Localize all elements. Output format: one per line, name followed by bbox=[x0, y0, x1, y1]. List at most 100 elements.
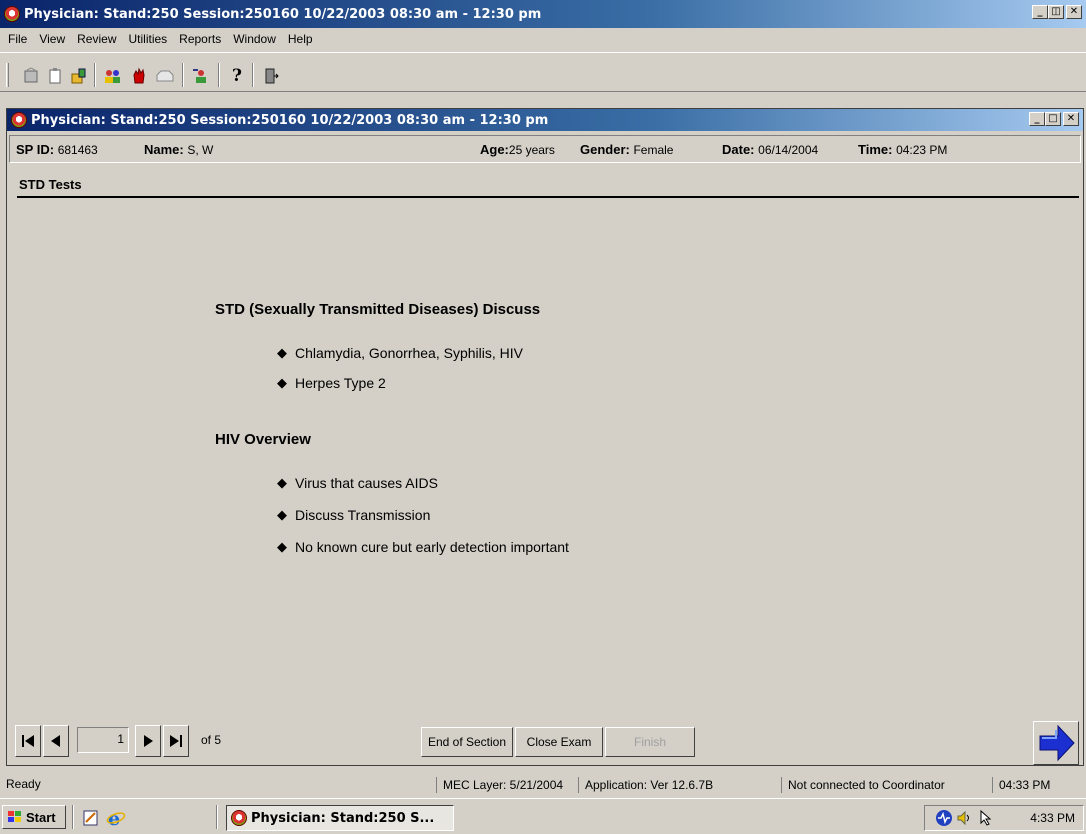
close-exam-button[interactable]: Close Exam bbox=[515, 727, 603, 757]
inner-window-title: Physician: Stand:250 Session:250160 10/2… bbox=[31, 112, 549, 128]
sp-id-value: 681463 bbox=[57, 143, 98, 157]
minimize-button[interactable]: _ bbox=[1032, 5, 1048, 19]
time-value: 04:23 PM bbox=[896, 143, 948, 157]
new-icon[interactable] bbox=[20, 65, 42, 87]
menu-window[interactable]: Window bbox=[227, 32, 282, 46]
sp-id-field: SP ID: 681463 bbox=[16, 142, 98, 157]
list-item-text: Chlamydia, Gonorrhea, Syphilis, HIV bbox=[295, 345, 523, 361]
physician-app-icon bbox=[4, 6, 20, 22]
navigation-bar: 1 of 5 End of Section Close Exam Finish bbox=[7, 721, 1083, 765]
previous-page-button[interactable] bbox=[43, 725, 69, 757]
clipboard-icon[interactable] bbox=[44, 65, 66, 87]
toolbar-grip[interactable] bbox=[6, 63, 9, 87]
list-item-text: Herpes Type 2 bbox=[295, 375, 386, 391]
internet-explorer-icon[interactable]: e bbox=[106, 808, 126, 830]
pointer-icon[interactable] bbox=[977, 809, 995, 827]
date-label: Date: bbox=[722, 142, 755, 157]
first-page-button[interactable] bbox=[15, 725, 41, 757]
status-bar: Ready MEC Layer: 5/21/2004 Application: … bbox=[0, 774, 1086, 796]
notepad-quicklaunch-icon[interactable] bbox=[82, 809, 100, 827]
inner-window-controls: _ □ ✕ bbox=[1029, 112, 1079, 126]
menu-view[interactable]: View bbox=[33, 32, 71, 46]
taskbar-separator bbox=[72, 805, 74, 829]
date-field: Date: 06/14/2004 bbox=[722, 142, 818, 157]
time-field: Time: 04:23 PM bbox=[858, 142, 947, 157]
next-arrow-button[interactable] bbox=[1033, 721, 1079, 765]
list-item: ◆ Herpes Type 2 bbox=[277, 375, 386, 391]
inner-close-button[interactable]: ✕ bbox=[1063, 112, 1079, 126]
list-item: ◆ Chlamydia, Gonorrhea, Syphilis, HIV bbox=[277, 345, 523, 361]
blue-arrow-icon bbox=[1039, 724, 1075, 762]
toolbar-separator bbox=[94, 63, 96, 87]
toolbar-separator bbox=[218, 63, 220, 87]
end-of-section-button[interactable]: End of Section bbox=[421, 727, 513, 757]
inner-minimize-button[interactable]: _ bbox=[1029, 112, 1045, 126]
close-button[interactable]: ✕ bbox=[1066, 5, 1082, 19]
window-controls: _ ◫ ✕ bbox=[1032, 5, 1082, 19]
main-title-bar[interactable]: Physician: Stand:250 Session:250160 10/2… bbox=[0, 0, 1086, 28]
name-field: Name: S, W bbox=[144, 142, 213, 157]
inner-maximize-button[interactable]: □ bbox=[1045, 112, 1061, 126]
std-heading: STD (Sexually Transmitted Diseases) Disc… bbox=[215, 301, 541, 318]
diamond-bullet-icon: ◆ bbox=[277, 475, 287, 490]
gender-value: Female bbox=[633, 143, 674, 157]
taskbar: Start e Physician: Stand:250 S... 4:33 P… bbox=[0, 798, 1086, 834]
name-label: Name: bbox=[144, 142, 184, 157]
help-icon[interactable]: ? bbox=[226, 65, 248, 87]
taskbar-separator bbox=[216, 805, 218, 829]
network-icon[interactable] bbox=[935, 809, 953, 827]
system-tray: 4:33 PM bbox=[924, 805, 1084, 831]
inner-title-bar[interactable]: Physician: Stand:250 Session:250160 10/2… bbox=[7, 109, 1083, 131]
age-label: Age: bbox=[480, 142, 509, 157]
menu-utilities[interactable]: Utilities bbox=[123, 32, 174, 46]
toolbar: ? bbox=[0, 52, 1086, 92]
window-title: Physician: Stand:250 Session:250160 10/2… bbox=[24, 6, 542, 22]
hiv-heading: HIV Overview bbox=[215, 431, 311, 448]
status-application: Application: Ver 12.6.7B bbox=[578, 777, 713, 793]
start-button[interactable]: Start bbox=[2, 805, 66, 829]
list-item-text: Virus that causes AIDS bbox=[295, 475, 438, 491]
volume-icon[interactable] bbox=[955, 809, 973, 827]
section-divider bbox=[17, 196, 1079, 198]
toolbar-separator bbox=[252, 63, 254, 87]
list-item: ◆ No known cure but early detection impo… bbox=[277, 539, 569, 555]
page-number-input[interactable]: 1 bbox=[77, 727, 129, 753]
name-value: S, W bbox=[187, 143, 214, 157]
gender-label: Gender: bbox=[580, 142, 630, 157]
status-coordinator: Not connected to Coordinator bbox=[781, 777, 945, 793]
svg-text:e: e bbox=[108, 808, 120, 828]
age-value: 25 years bbox=[508, 143, 555, 157]
user-icon[interactable] bbox=[190, 65, 212, 87]
diamond-bullet-icon: ◆ bbox=[277, 539, 287, 554]
menu-help[interactable]: Help bbox=[282, 32, 319, 46]
gender-field: Gender: Female bbox=[580, 142, 673, 157]
menu-bar: File View Review Utilities Reports Windo… bbox=[0, 28, 1086, 49]
diamond-bullet-icon: ◆ bbox=[277, 345, 287, 360]
last-page-button[interactable] bbox=[163, 725, 189, 757]
finish-button[interactable]: Finish bbox=[605, 727, 695, 757]
windows-logo-icon bbox=[8, 811, 21, 822]
status-ready: Ready bbox=[6, 777, 41, 791]
sp-id-label: SP ID: bbox=[16, 142, 55, 157]
section-title: STD Tests bbox=[19, 177, 82, 192]
page-count: of 5 bbox=[201, 733, 222, 747]
open-icon[interactable] bbox=[68, 65, 90, 87]
menu-reports[interactable]: Reports bbox=[173, 32, 227, 46]
menu-file[interactable]: File bbox=[2, 32, 33, 46]
people-icon[interactable] bbox=[102, 65, 124, 87]
age-field: Age:25 years bbox=[480, 142, 555, 157]
menu-review[interactable]: Review bbox=[71, 32, 122, 46]
start-label: Start bbox=[26, 809, 56, 825]
taskbar-item-label: Physician: Stand:250 S... bbox=[251, 810, 435, 826]
inbox-icon[interactable] bbox=[154, 65, 176, 87]
taskbar-item-physician[interactable]: Physician: Stand:250 S... bbox=[226, 805, 454, 831]
list-item-text: No known cure but early detection import… bbox=[295, 539, 569, 555]
stop-hand-icon[interactable] bbox=[128, 65, 150, 87]
taskbar-clock: 4:33 PM bbox=[1030, 811, 1075, 825]
exit-door-icon[interactable] bbox=[260, 65, 282, 87]
list-item: ◆ Discuss Transmission bbox=[277, 507, 430, 523]
next-page-button[interactable] bbox=[135, 725, 161, 757]
list-item-text: Discuss Transmission bbox=[295, 507, 431, 523]
time-label: Time: bbox=[858, 142, 893, 157]
restore-button[interactable]: ◫ bbox=[1048, 5, 1064, 19]
